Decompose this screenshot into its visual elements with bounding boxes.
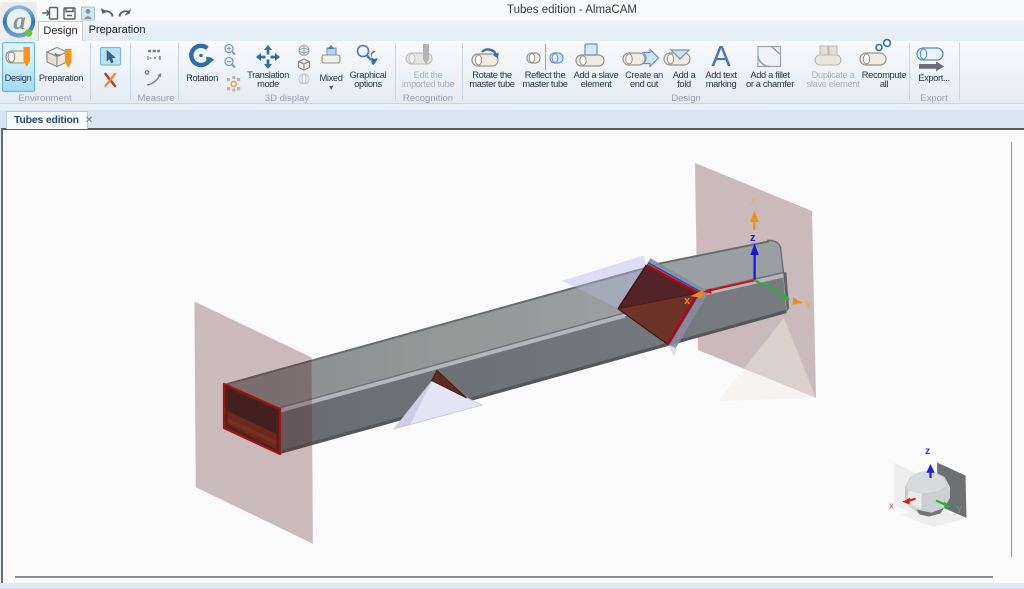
svg-text:A: A — [711, 41, 731, 73]
svg-text:z: z — [925, 445, 930, 457]
svg-text:z: z — [751, 196, 756, 207]
svg-text:a: a — [13, 8, 26, 35]
svg-text:Y: Y — [805, 300, 812, 311]
svg-text:x: x — [889, 501, 894, 512]
svg-text:Y: Y — [956, 505, 963, 516]
svg-text:z: z — [750, 232, 756, 244]
svg-text:x: x — [684, 295, 691, 307]
